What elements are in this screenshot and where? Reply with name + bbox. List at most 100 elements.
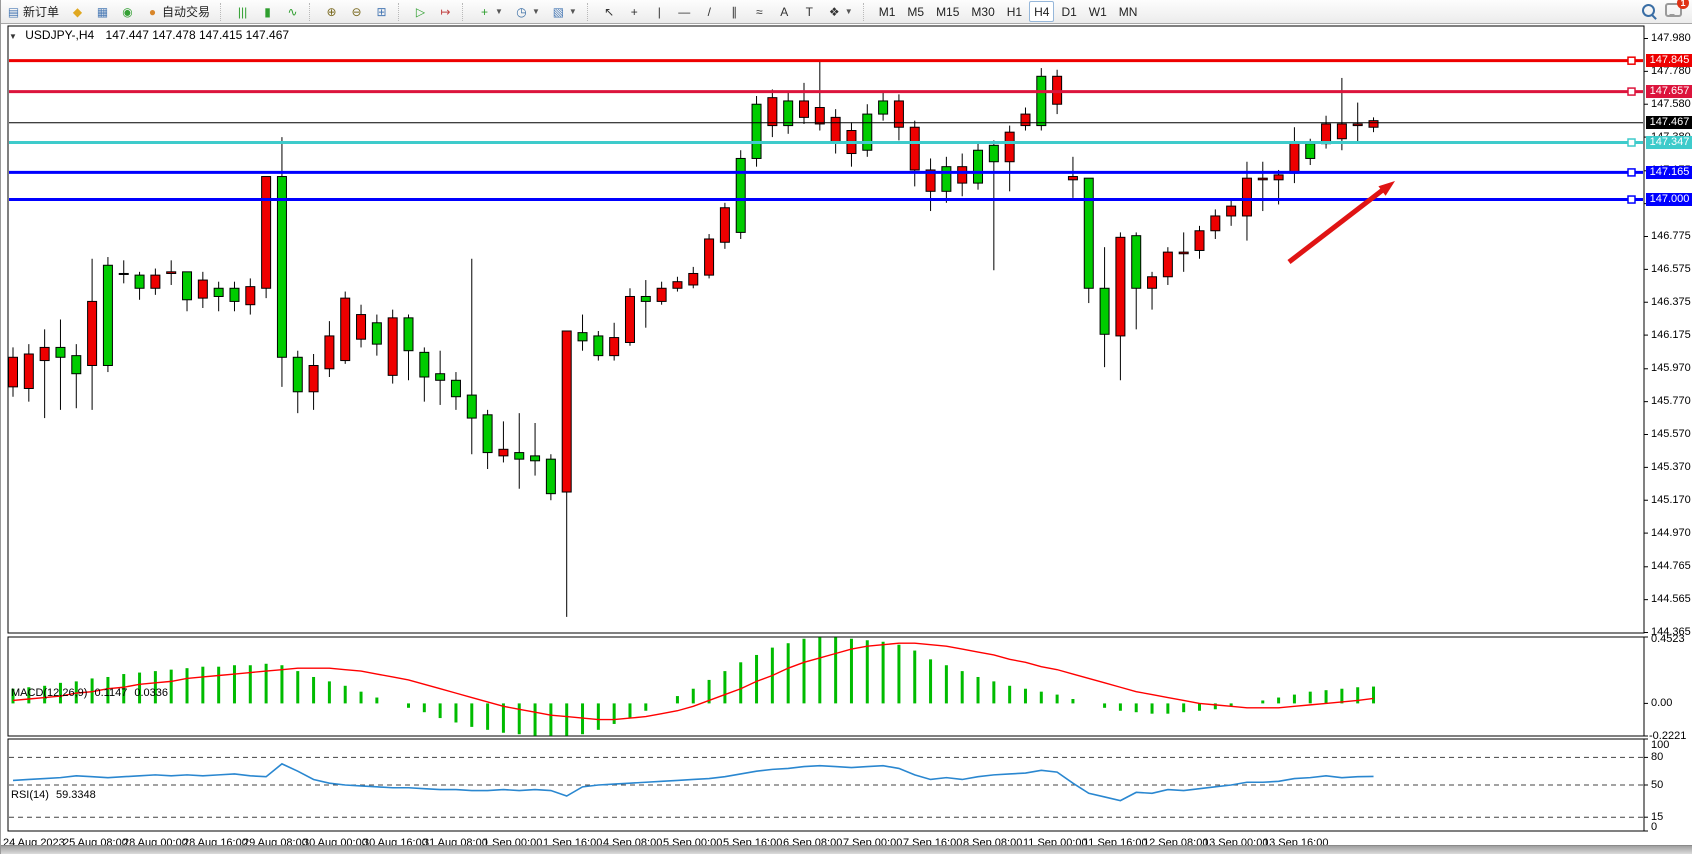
price-line-label: 147.657 (1646, 85, 1692, 98)
candle-body (151, 275, 160, 288)
candle-body (1163, 252, 1172, 277)
symbol-timeframe-label: USDJPY-,H4 (25, 28, 94, 42)
mt4-terminal: ▤新订单◆▦◉●自动交易|||▮∿⊕⊖⊞▷↦+▼◷▼▧▼↖+|—/∥≈AT❖▼M… (0, 0, 1692, 854)
candle-body (610, 338, 619, 356)
candle-body (863, 114, 872, 150)
candle-body (1258, 178, 1267, 180)
candle-body (641, 296, 650, 301)
candle-body (958, 167, 967, 183)
main-pane-border (8, 26, 1644, 633)
candle-body (1337, 124, 1346, 139)
candle-body (910, 127, 919, 170)
candle-body (1116, 237, 1125, 336)
macd-scale-zero: 0.00 (1651, 697, 1672, 709)
candle-body (293, 357, 302, 392)
candle-body (1132, 236, 1141, 289)
candle-body (1100, 288, 1109, 334)
candle-body (1179, 252, 1188, 254)
candle-body (974, 150, 983, 183)
candle-body (752, 104, 761, 158)
price-axis-label: 147.580 (1651, 98, 1691, 110)
price-axis-label: 145.770 (1651, 395, 1691, 407)
candle-body (372, 323, 381, 344)
price-line-label: 147.347 (1646, 136, 1692, 149)
candle-body (531, 456, 540, 461)
candle-body (24, 354, 33, 389)
line-handle[interactable] (1628, 139, 1635, 146)
macd-signal-line (13, 643, 1374, 719)
candle-body (404, 318, 413, 351)
candle-body (262, 177, 271, 289)
candle-body (325, 336, 334, 369)
candle-body (784, 101, 793, 126)
candle-body (578, 333, 587, 341)
candle-body (230, 288, 239, 301)
price-axis-label: 146.175 (1651, 329, 1691, 341)
candle-body (483, 415, 492, 453)
rsi-scale-label: 0 (1651, 821, 1657, 833)
candle-body (451, 380, 460, 396)
candle-body (1005, 132, 1014, 162)
price-axis-label: 145.370 (1651, 461, 1691, 473)
chevron-down-icon[interactable]: ▼ (9, 32, 17, 41)
candle-body (277, 177, 286, 358)
chart-ohlc-line: ▼ USDJPY-,H4 147.447 147.478 147.415 147… (9, 28, 289, 42)
candle-body (1274, 175, 1283, 180)
candle-body (436, 374, 445, 381)
candle-body (198, 280, 207, 298)
macd-pane-border (8, 637, 1644, 736)
candle-body (705, 239, 714, 275)
chart-canvas[interactable] (1, 0, 1692, 854)
price-axis-label: 146.775 (1651, 230, 1691, 242)
candle-body (989, 145, 998, 161)
price-line-label: 147.000 (1646, 193, 1692, 206)
candle-body (1290, 142, 1299, 173)
candle-body (119, 273, 128, 274)
price-axis-label: 144.565 (1651, 593, 1691, 605)
rsi-scale-label: 50 (1651, 779, 1663, 791)
candle-body (167, 272, 176, 274)
candle-body (88, 301, 97, 365)
candle-body (420, 352, 429, 377)
line-handle[interactable] (1628, 57, 1635, 64)
rsi-value: 59.3348 (56, 789, 96, 801)
candle-body (103, 265, 112, 365)
candle-body (657, 288, 666, 301)
candle-body (183, 272, 192, 300)
price-axis-label: 146.375 (1651, 296, 1691, 308)
rsi-indicator-label: RSI(14) 59.3348 (11, 789, 96, 801)
line-handle[interactable] (1628, 169, 1635, 176)
candle-body (135, 275, 144, 288)
candle-body (942, 167, 951, 192)
candle-body (815, 108, 824, 124)
rsi-scale-label: 80 (1651, 751, 1663, 763)
price-axis-label: 144.765 (1651, 560, 1691, 572)
candle-body (1242, 178, 1251, 216)
candle-body (546, 459, 555, 494)
chart-window[interactable]: ▼ USDJPY-,H4 147.447 147.478 147.415 147… (1, 24, 1692, 846)
candle-body (246, 287, 255, 305)
candle-body (1021, 114, 1030, 126)
candle-body (40, 347, 49, 360)
line-handle[interactable] (1628, 88, 1635, 95)
price-axis-label: 144.970 (1651, 527, 1691, 539)
price-line-label: 147.845 (1646, 54, 1692, 67)
candle-body (467, 395, 476, 418)
candle-body (357, 315, 366, 340)
candle-body (673, 282, 682, 289)
candle-body (1084, 178, 1093, 288)
macd-indicator-label: MACD(12,26,9) 0.1147 0.0336 (11, 687, 168, 699)
candle-body (1369, 121, 1378, 128)
line-handle[interactable] (1628, 196, 1635, 203)
candle-body (499, 449, 508, 456)
candle-body (1353, 124, 1362, 126)
window-resize-strip (1, 845, 1692, 854)
candle-body (72, 356, 81, 374)
price-axis-label: 147.980 (1651, 32, 1691, 44)
candle-body (1211, 216, 1220, 231)
candle-body (1195, 231, 1204, 251)
candle-body (689, 273, 698, 285)
macd-value: 0.1147 (94, 687, 127, 699)
candle-body (831, 117, 840, 142)
price-line-label: 147.467 (1646, 116, 1692, 129)
